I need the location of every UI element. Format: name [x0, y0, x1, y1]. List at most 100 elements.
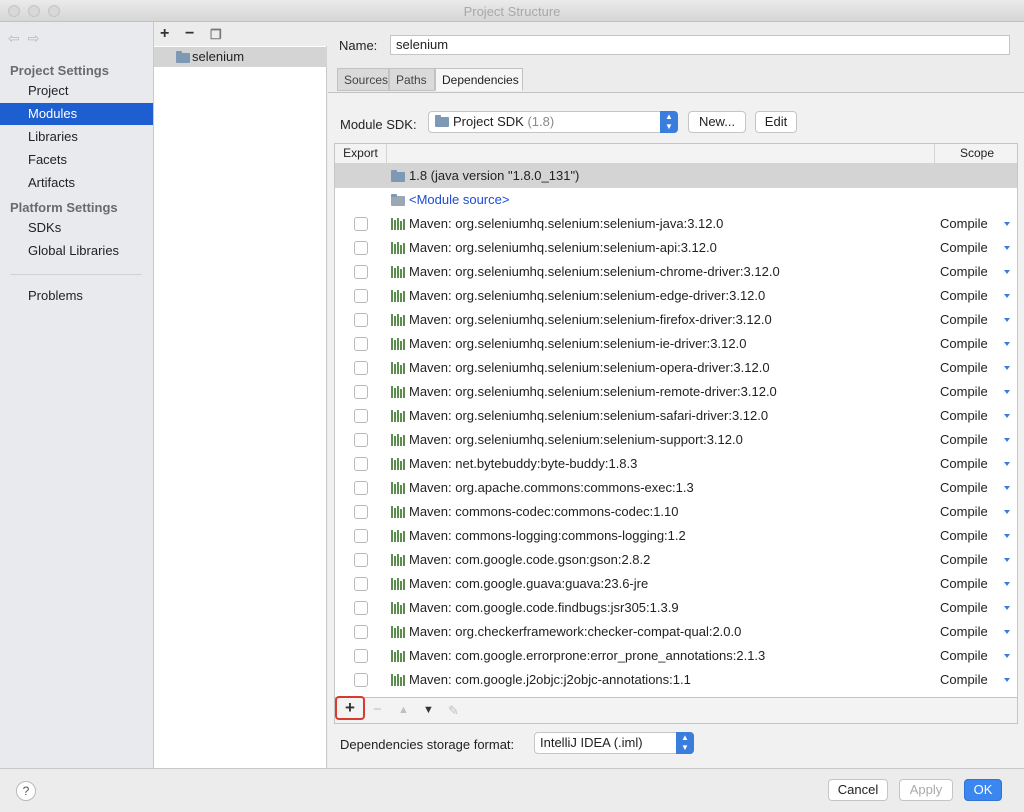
- scope-dropdown-icon[interactable]: [1004, 678, 1010, 682]
- export-checkbox[interactable]: [354, 601, 368, 615]
- table-row[interactable]: Maven: com.google.guava:guava:23.6-jre Co…: [335, 572, 1017, 596]
- table-row[interactable]: Maven: commons-logging:commons-logging:1…: [335, 524, 1017, 548]
- scope-dropdown-icon[interactable]: [1004, 270, 1010, 274]
- scope-column-header[interactable]: Scope: [935, 144, 1017, 163]
- scope-value[interactable]: Compile: [940, 332, 988, 356]
- scope-dropdown-icon[interactable]: [1004, 534, 1010, 538]
- table-row-sdk[interactable]: 1.8 (java version "1.8.0_131"): [335, 164, 1017, 188]
- scope-dropdown-icon[interactable]: [1004, 486, 1010, 490]
- scope-value[interactable]: Compile: [940, 668, 988, 692]
- move-up-button[interactable]: ▲: [398, 704, 409, 716]
- scope-value[interactable]: Compile: [940, 308, 988, 332]
- scope-dropdown-icon[interactable]: [1004, 318, 1010, 322]
- sidebar-item-project[interactable]: Project: [0, 80, 153, 102]
- scope-value[interactable]: Compile: [940, 452, 988, 476]
- scope-value[interactable]: Compile: [940, 524, 988, 548]
- table-row[interactable]: Maven: org.seleniumhq.selenium:selenium-…: [335, 308, 1017, 332]
- scope-dropdown-icon[interactable]: [1004, 342, 1010, 346]
- scope-value[interactable]: Compile: [940, 596, 988, 620]
- export-checkbox[interactable]: [354, 313, 368, 327]
- export-checkbox[interactable]: [354, 649, 368, 663]
- help-button[interactable]: ?: [16, 781, 36, 801]
- ok-button[interactable]: OK: [964, 779, 1002, 801]
- scope-value[interactable]: Compile: [940, 500, 988, 524]
- table-row[interactable]: Maven: org.checkerframework:checker-comp…: [335, 620, 1017, 644]
- move-down-button[interactable]: ▼: [423, 704, 434, 716]
- scope-value[interactable]: Compile: [940, 212, 988, 236]
- scope-dropdown-icon[interactable]: [1004, 654, 1010, 658]
- tab-paths[interactable]: Paths: [389, 68, 435, 91]
- scope-value[interactable]: Compile: [940, 476, 988, 500]
- table-row[interactable]: Maven: com.google.errorprone:error_prone…: [335, 644, 1017, 668]
- table-row[interactable]: Maven: org.seleniumhq.selenium:selenium-…: [335, 380, 1017, 404]
- remove-dependency-button[interactable]: −: [373, 701, 382, 718]
- copy-icon[interactable]: ❐: [210, 27, 222, 43]
- table-row[interactable]: Maven: org.seleniumhq.selenium:selenium-…: [335, 236, 1017, 260]
- export-checkbox[interactable]: [354, 553, 368, 567]
- scope-value[interactable]: Compile: [940, 548, 988, 572]
- table-row[interactable]: Maven: org.seleniumhq.selenium:selenium-…: [335, 332, 1017, 356]
- export-checkbox[interactable]: [354, 505, 368, 519]
- export-checkbox[interactable]: [354, 625, 368, 639]
- export-checkbox[interactable]: [354, 481, 368, 495]
- scope-value[interactable]: Compile: [940, 380, 988, 404]
- export-checkbox[interactable]: [354, 529, 368, 543]
- scope-value[interactable]: Compile: [940, 404, 988, 428]
- scope-dropdown-icon[interactable]: [1004, 582, 1010, 586]
- module-sdk-select[interactable]: Project SDK (1.8) ▲ ▼: [428, 111, 678, 133]
- sidebar-item-libraries[interactable]: Libraries: [0, 126, 153, 148]
- export-checkbox[interactable]: [354, 265, 368, 279]
- sidebar-item-facets[interactable]: Facets: [0, 149, 153, 171]
- table-row[interactable]: Maven: com.google.code.findbugs:jsr305:1…: [335, 596, 1017, 620]
- export-checkbox[interactable]: [354, 217, 368, 231]
- storage-format-select[interactable]: IntelliJ IDEA (.iml) ▲ ▼: [534, 732, 694, 754]
- export-checkbox[interactable]: [354, 361, 368, 375]
- export-column-header[interactable]: Export: [335, 144, 387, 163]
- table-row-module-source[interactable]: <Module source>: [335, 188, 1017, 212]
- scope-dropdown-icon[interactable]: [1004, 510, 1010, 514]
- table-row[interactable]: Maven: org.apache.commons:commons-exec:1…: [335, 476, 1017, 500]
- sidebar-item-problems[interactable]: Problems: [0, 285, 153, 307]
- export-checkbox[interactable]: [354, 457, 368, 471]
- remove-module-button[interactable]: −: [185, 25, 194, 43]
- edit-dependency-button[interactable]: ✎: [448, 703, 459, 719]
- tab-sources[interactable]: Sources: [337, 68, 389, 91]
- name-column-header[interactable]: [387, 144, 935, 163]
- scope-value[interactable]: Compile: [940, 428, 988, 452]
- scope-value[interactable]: Compile: [940, 572, 988, 596]
- sidebar-item-artifacts[interactable]: Artifacts: [0, 172, 153, 194]
- scope-value[interactable]: Compile: [940, 260, 988, 284]
- back-arrow-icon[interactable]: ⇦: [8, 30, 28, 46]
- scope-dropdown-icon[interactable]: [1004, 606, 1010, 610]
- table-row[interactable]: Maven: org.seleniumhq.selenium:selenium-…: [335, 356, 1017, 380]
- export-checkbox[interactable]: [354, 289, 368, 303]
- scope-value[interactable]: Compile: [940, 356, 988, 380]
- scope-value[interactable]: Compile: [940, 236, 988, 260]
- table-row[interactable]: Maven: net.bytebuddy:byte-buddy:1.8.3 Com…: [335, 452, 1017, 476]
- scope-dropdown-icon[interactable]: [1004, 414, 1010, 418]
- scope-dropdown-icon[interactable]: [1004, 246, 1010, 250]
- new-sdk-button[interactable]: New...: [688, 111, 746, 133]
- scope-dropdown-icon[interactable]: [1004, 438, 1010, 442]
- scope-dropdown-icon[interactable]: [1004, 462, 1010, 466]
- tab-dependencies[interactable]: Dependencies: [435, 68, 523, 91]
- scope-dropdown-icon[interactable]: [1004, 630, 1010, 634]
- table-row[interactable]: Maven: commons-codec:commons-codec:1.10 C…: [335, 500, 1017, 524]
- export-checkbox[interactable]: [354, 241, 368, 255]
- export-checkbox[interactable]: [354, 409, 368, 423]
- apply-button[interactable]: Apply: [899, 779, 953, 801]
- table-row[interactable]: Maven: org.seleniumhq.selenium:selenium-…: [335, 260, 1017, 284]
- export-checkbox[interactable]: [354, 385, 368, 399]
- scope-value[interactable]: Compile: [940, 284, 988, 308]
- export-checkbox[interactable]: [354, 433, 368, 447]
- scope-value[interactable]: Compile: [940, 620, 988, 644]
- table-row[interactable]: Maven: org.seleniumhq.selenium:selenium-…: [335, 284, 1017, 308]
- module-item-selenium[interactable]: selenium: [154, 47, 327, 67]
- sidebar-item-sdks[interactable]: SDKs: [0, 217, 153, 239]
- sidebar-item-modules[interactable]: Modules: [0, 103, 153, 125]
- scope-value[interactable]: Compile: [940, 644, 988, 668]
- export-checkbox[interactable]: [354, 673, 368, 687]
- table-row[interactable]: Maven: org.seleniumhq.selenium:selenium-…: [335, 428, 1017, 452]
- scope-dropdown-icon[interactable]: [1004, 558, 1010, 562]
- cancel-button[interactable]: Cancel: [828, 779, 888, 801]
